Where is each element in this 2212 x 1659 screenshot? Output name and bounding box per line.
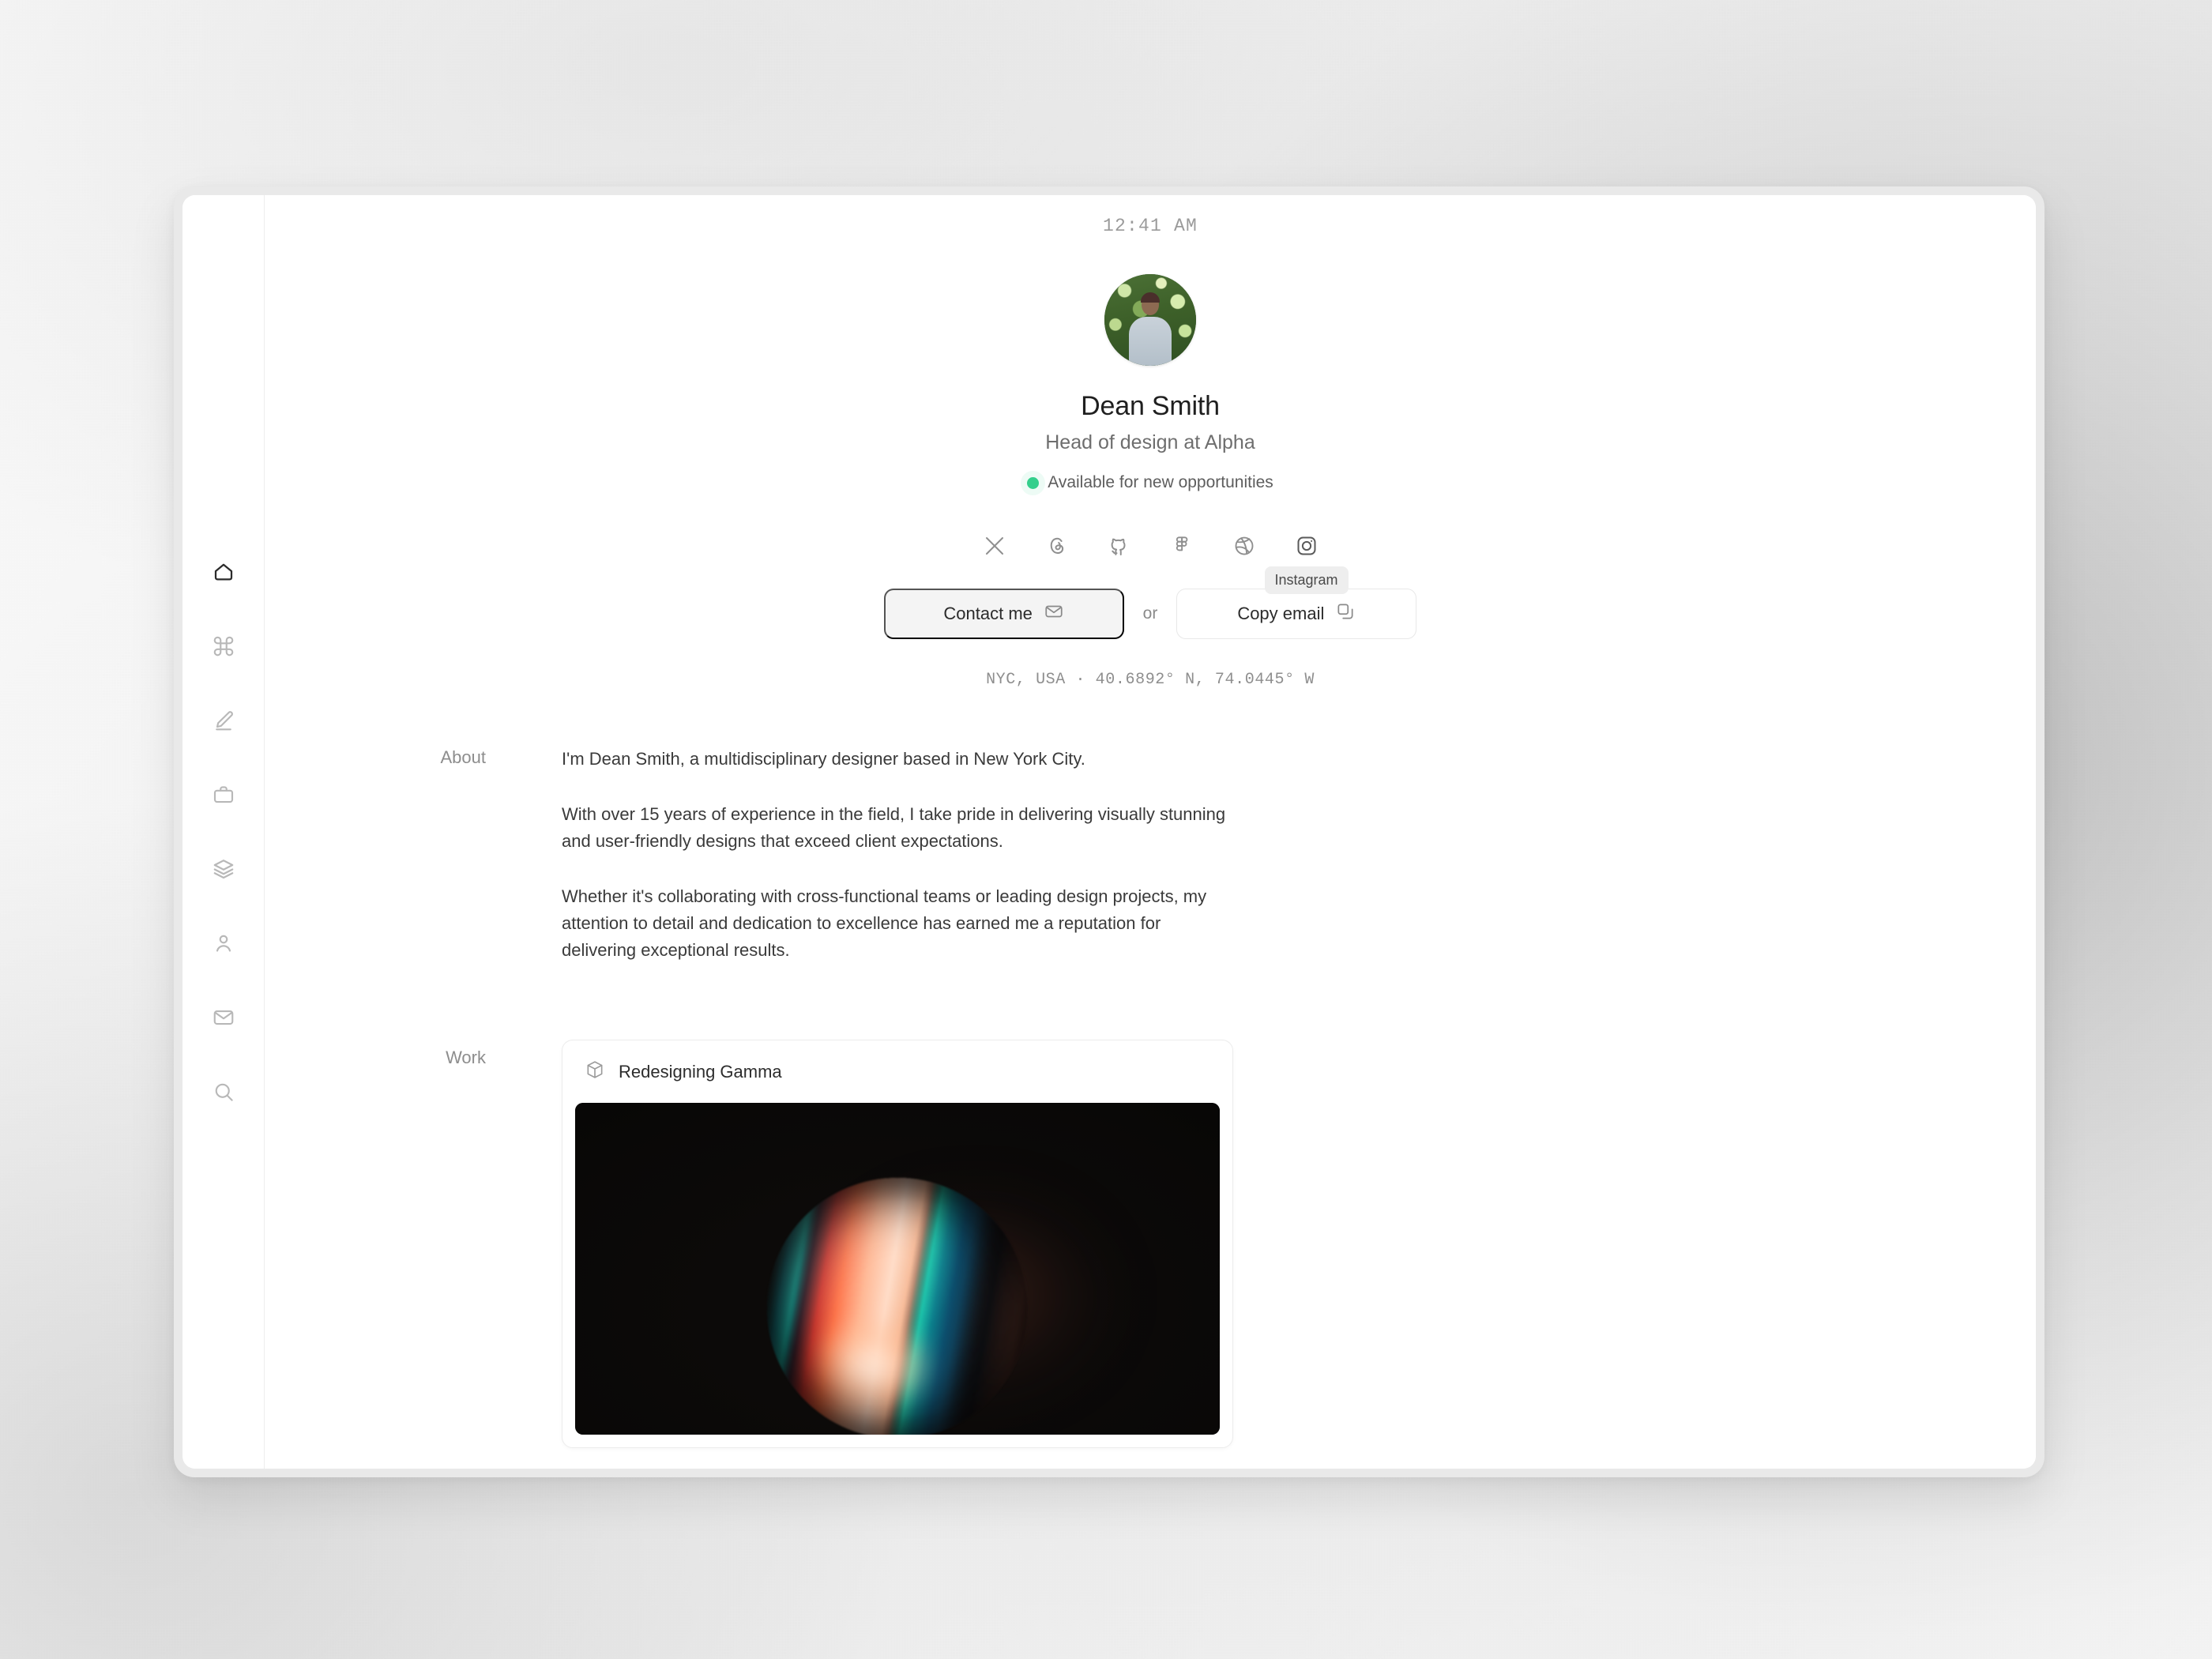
work-card[interactable]: Redesigning Gamma	[562, 1040, 1233, 1448]
tooltip-instagram: Instagram	[1264, 566, 1349, 594]
social-link-instagram[interactable]: Instagram	[1264, 530, 1349, 594]
profile-role: Head of design at Alpha	[1045, 431, 1255, 453]
copy-icon	[1335, 601, 1356, 626]
social-link-github[interactable]	[1104, 530, 1135, 562]
main-scroll-area: 12:41 AM Dean Smith Head of design at Al…	[265, 195, 2036, 1469]
envelope-icon	[1044, 601, 1064, 626]
work-card-header: Redesigning Gamma	[562, 1040, 1232, 1103]
sidebar-item-layers[interactable]	[201, 847, 246, 891]
about-paragraph: Whether it's collaborating with cross-fu…	[562, 886, 1207, 960]
social-links: Instagram	[979, 530, 1349, 594]
status-dot	[1027, 476, 1040, 489]
work-card-title: Redesigning Gamma	[619, 1061, 782, 1082]
layers-icon	[212, 857, 235, 881]
threads-icon	[1045, 534, 1069, 558]
sidebar-item-mail[interactable]	[201, 995, 246, 1040]
github-icon	[1108, 534, 1131, 558]
sidebar-item-edit[interactable]	[201, 698, 246, 743]
window-content: 12:41 AM Dean Smith Head of design at Al…	[182, 195, 2036, 1469]
x-icon	[983, 534, 1006, 558]
search-icon	[212, 1080, 235, 1104]
user-icon	[212, 931, 235, 955]
sidebar-item-home[interactable]	[201, 550, 246, 594]
work-body: Redesigning Gamma	[562, 1040, 1233, 1448]
about-paragraph: With over 15 years of experience in the …	[562, 804, 1226, 851]
location-text: NYC, USA · 40.6892° N, 74.0445° W	[986, 671, 1315, 689]
sidebar-item-command[interactable]	[201, 624, 246, 668]
dribbble-icon	[1232, 534, 1256, 558]
status-clock: 12:41 AM	[1102, 216, 1198, 236]
social-link-x[interactable]	[979, 530, 1010, 562]
figma-icon	[1170, 534, 1194, 558]
app-window: 12:41 AM Dean Smith Head of design at Al…	[174, 186, 2045, 1477]
about-body: I'm Dean Smith, a multidisciplinary desi…	[562, 746, 1233, 964]
about-label: About	[440, 747, 487, 767]
briefcase-icon	[212, 783, 235, 807]
page-title: Dean Smith	[1081, 391, 1220, 421]
action-separator: or	[1142, 604, 1158, 623]
home-icon	[212, 560, 235, 584]
sidebar-item-profile[interactable]	[201, 921, 246, 965]
work-card-media	[575, 1103, 1220, 1435]
sidebar-item-search[interactable]	[201, 1070, 246, 1114]
instagram-icon	[1295, 534, 1319, 558]
mail-icon	[212, 1006, 235, 1029]
sidebar-rail	[182, 195, 265, 1469]
pen-icon	[212, 709, 235, 732]
copy-email-button[interactable]: Copy email	[1176, 589, 1417, 639]
work-label: Work	[446, 1048, 486, 1067]
action-buttons: Contact me or Copy email	[883, 589, 1417, 639]
social-link-dribbble[interactable]	[1228, 530, 1260, 562]
avatar	[1104, 274, 1196, 366]
about-section: About I'm Dean Smith, a multidisciplinar…	[265, 746, 2036, 964]
cube-icon	[585, 1059, 605, 1084]
command-icon	[212, 634, 235, 658]
copy-email-label: Copy email	[1237, 604, 1325, 623]
about-paragraph: I'm Dean Smith, a multidisciplinary desi…	[562, 749, 1085, 769]
social-link-figma[interactable]	[1166, 530, 1198, 562]
status-badge: Available for new opportunities	[1027, 473, 1273, 492]
work-section: Work Redesigning Gamma	[265, 1040, 2036, 1448]
contact-me-label: Contact me	[943, 604, 1033, 623]
contact-me-button[interactable]: Contact me	[883, 589, 1124, 639]
profile-page: 12:41 AM Dean Smith Head of design at Al…	[265, 195, 2036, 1448]
sidebar-item-work[interactable]	[201, 773, 246, 817]
status-text: Available for new opportunities	[1048, 473, 1273, 491]
social-link-threads[interactable]	[1041, 530, 1073, 562]
